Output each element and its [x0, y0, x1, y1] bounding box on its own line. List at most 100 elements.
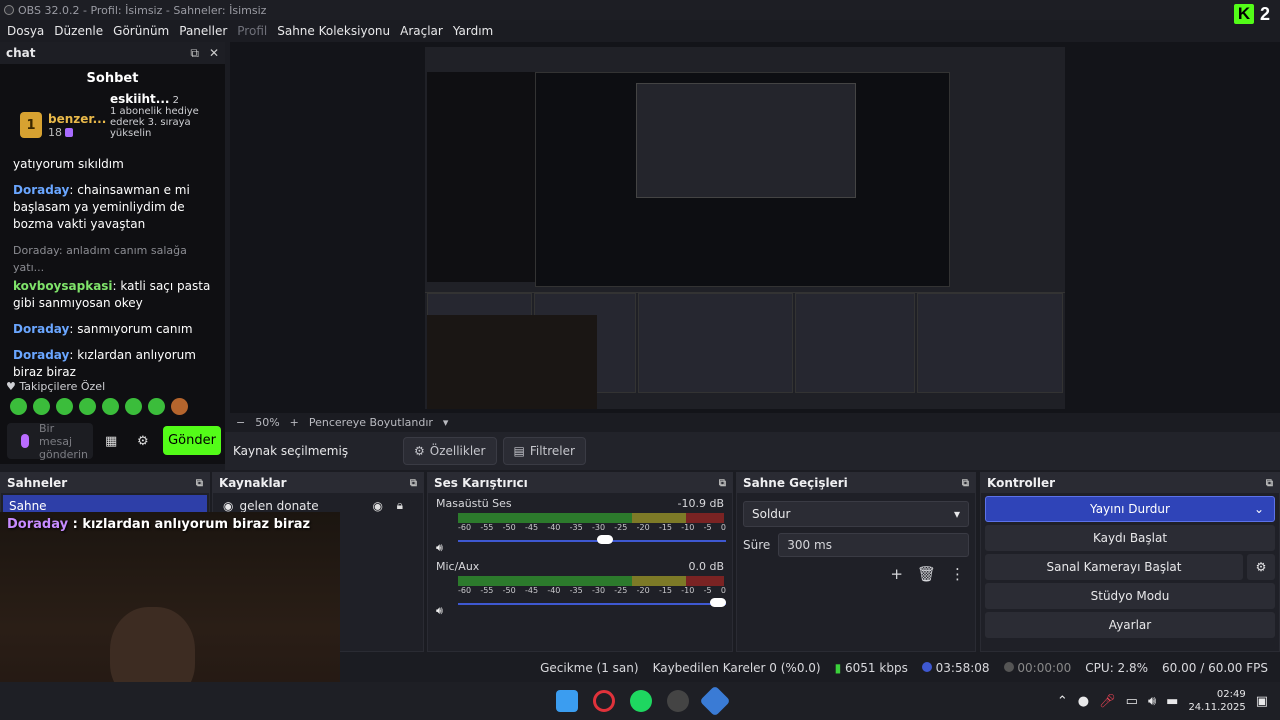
start-virtualcam-button[interactable]: Sanal Kamerayı Başlat [985, 554, 1243, 580]
start-recording-button[interactable]: Kaydı Başlat [985, 525, 1275, 551]
preview-capture-image [425, 47, 1065, 409]
stop-stream-button[interactable]: Yayını Durdur ⌄ [985, 496, 1275, 522]
mixer-title: Ses Karıştırıcı [434, 476, 528, 490]
scenes-title: Sahneler [7, 476, 68, 490]
properties-button[interactable]: ⚙ Özellikler [403, 437, 497, 465]
opera-icon[interactable] [593, 690, 615, 712]
menu-docks[interactable]: Paneller [179, 24, 227, 38]
eye-icon[interactable]: ◉ [373, 499, 383, 513]
send-button[interactable]: Gönder [163, 426, 221, 455]
message-text: sanmıyorum canım [77, 322, 193, 336]
zoom-out-button[interactable]: − [236, 416, 245, 429]
signal-icon: ▮ [834, 661, 842, 675]
undock-icon[interactable]: ⧉ [410, 478, 417, 489]
emote-icon[interactable] [56, 398, 73, 415]
emote-icon[interactable] [148, 398, 165, 415]
emote-icon[interactable] [125, 398, 142, 415]
store-icon[interactable]: ▦ [105, 434, 117, 449]
add-icon[interactable]: + [890, 565, 903, 583]
battery-icon[interactable]: ▬ [1166, 694, 1178, 709]
chat-dock-title: chat [6, 46, 36, 60]
fit-window-select[interactable]: Pencereye Boyutlandır [309, 416, 433, 429]
menu-help[interactable]: Yardım [453, 24, 493, 38]
gear-icon[interactable]: ⚙ [1247, 554, 1275, 580]
duration-input[interactable]: 300 ms [778, 533, 969, 557]
speaker-icon[interactable]: 🔊︎ [436, 541, 443, 555]
message-user[interactable]: Doraday [13, 322, 69, 336]
filters-button[interactable]: ▤ Filtreler [502, 437, 586, 465]
chat-message-input[interactable]: Bir mesaj gönderin [7, 421, 93, 461]
message-user[interactable]: Doraday [13, 183, 69, 197]
stream-icon [921, 662, 932, 672]
undock-icon[interactable]: ⧉ [196, 478, 203, 489]
context-bar: Kaynak seçilmemiş ⚙ Özellikler ▤ Filtreler [225, 432, 1280, 470]
message-user[interactable]: Doraday [13, 348, 69, 362]
chevron-down-icon[interactable]: ▾ [443, 416, 449, 429]
chat-messages: yatıyorum sıkıldım Doraday: chainsawman … [0, 156, 225, 381]
window-title: OBS 32.0.2 - Profil: İsimsiz - Sahneler:… [18, 3, 267, 17]
emote-icon[interactable] [171, 398, 188, 415]
volume-slider[interactable] [458, 535, 726, 544]
emote-icon[interactable] [79, 398, 96, 415]
menu-view[interactable]: Görünüm [113, 24, 169, 38]
chat-heading: Sohbet [86, 71, 139, 86]
delay-status: Gecikme (1 san) [540, 661, 639, 675]
notification-icon[interactable]: ▣ [1256, 694, 1268, 709]
message-user[interactable]: kovboysapkasi [13, 279, 113, 293]
windows-start-icon[interactable] [556, 690, 578, 712]
display-icon[interactable]: ▭ [1126, 694, 1138, 709]
gifter2-name: eskiiht... [110, 92, 170, 106]
undock-icon[interactable]: ⧉ [962, 478, 969, 489]
chevron-down-icon[interactable]: ⌄ [1254, 502, 1264, 516]
menu-edit[interactable]: Düzenle [54, 24, 103, 38]
menu-scene-collection[interactable]: Sahne Koleksiyonu [277, 24, 390, 38]
source-label: gelen donate [239, 498, 319, 513]
emote-bar [10, 398, 188, 415]
program-preview[interactable] [230, 42, 1280, 413]
filters-label: Filtreler [529, 444, 575, 458]
volume-slider[interactable] [458, 598, 726, 607]
undock-icon[interactable]: ⧉ [719, 478, 726, 489]
lock-icon[interactable]: 🔒︎ [397, 498, 403, 513]
volume-icon[interactable]: 🔊︎ [1148, 694, 1156, 709]
meter-tick: -5 [703, 586, 712, 595]
gifter-first[interactable]: 1 benzer... 18 [20, 94, 110, 156]
bitrate-value: 6051 kbps [845, 661, 908, 675]
tray-app-icon[interactable]: ● [1078, 694, 1089, 709]
emote-icon[interactable] [102, 398, 119, 415]
gear-icon[interactable]: ⚙ [137, 434, 149, 449]
float-icon[interactable]: ⧉ [190, 46, 199, 61]
transition-select[interactable]: Soldur ▾ [743, 501, 969, 527]
fps-status: 60.00 / 60.00 FPS [1162, 661, 1268, 675]
clock[interactable]: 02:49 24.11.2025 [1188, 688, 1245, 714]
menu-file[interactable]: Dosya [7, 24, 44, 38]
emote-icon[interactable] [33, 398, 50, 415]
mic-icon[interactable]: 🎤︎ [1099, 694, 1116, 709]
chevron-up-icon[interactable]: ⌃ [1057, 694, 1068, 709]
meter-tick: -50 [502, 586, 516, 595]
meter-tick: -60 [458, 523, 472, 532]
more-icon[interactable]: ⋮ [950, 565, 965, 583]
meter-tick: -15 [658, 523, 673, 532]
studio-mode-button[interactable]: Stüdyo Modu [985, 583, 1275, 609]
speaker-icon[interactable]: 🔊︎ [436, 604, 443, 618]
dropped-frames: Kaybedilen Kareler 0 (%0.0) [652, 661, 821, 675]
app-taskbar-icon[interactable] [699, 685, 731, 717]
gifter-second[interactable]: eskiiht... 2 1 abonelik hediye ederek 3.… [110, 92, 215, 156]
chat-input-placeholder: Bir mesaj gönderin [39, 421, 88, 461]
zoom-in-button[interactable]: + [290, 416, 299, 429]
meter-tick: -25 [614, 586, 628, 595]
volume-meter [458, 576, 724, 586]
channel-name: Mic/Aux [436, 560, 480, 573]
chat-dock-header: chat ⧉ ✕ [0, 42, 225, 64]
mic-icon[interactable] [21, 434, 29, 448]
obs-taskbar-icon[interactable] [667, 690, 689, 712]
spotify-icon[interactable] [630, 690, 652, 712]
emote-icon[interactable] [10, 398, 27, 415]
trash-icon[interactable]: 🗑︎ [917, 565, 936, 583]
settings-button[interactable]: Ayarlar [985, 612, 1275, 638]
undock-icon[interactable]: ⧉ [1266, 478, 1273, 489]
menu-profile[interactable]: Profil [237, 24, 267, 38]
menu-tools[interactable]: Araçlar [400, 24, 443, 38]
close-icon[interactable]: ✕ [209, 46, 219, 61]
